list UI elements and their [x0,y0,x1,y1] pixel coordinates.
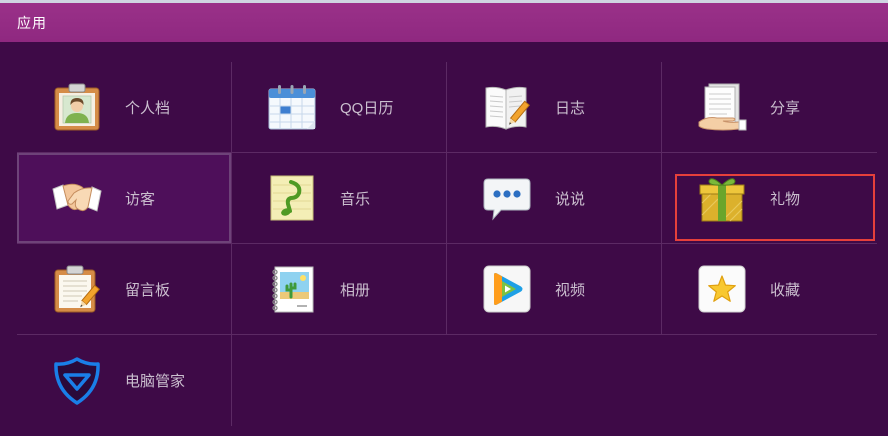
header-title: 应用 [17,14,47,31]
app-tile-journal[interactable]: 日志 [447,62,662,153]
header-bar: 应用 [0,3,888,42]
app-label-share: 分享 [770,99,801,117]
shield-pc-manager-icon[interactable] [52,356,102,406]
app-label-moments: 说说 [555,190,586,208]
app-tile-visitors[interactable]: 访客 [17,153,232,244]
share-document-hand-icon[interactable] [697,82,747,132]
video-play-icon[interactable] [482,264,532,314]
app-grid: 个人档 QQ日历 日志 分享 访客 音乐 说说 礼物 留言板 相册 视频 收藏 … [17,62,877,426]
photo-album-icon[interactable] [267,264,317,314]
app-tile-favorites[interactable]: 收藏 [662,244,877,335]
journal-notebook-icon[interactable] [482,82,532,132]
calendar-icon[interactable] [267,82,317,132]
star-favorite-icon[interactable] [697,264,747,314]
app-label-photo-album: 相册 [340,281,371,299]
app-tile-pc-manager[interactable]: 电脑管家 [17,335,232,426]
app-tile-video[interactable]: 视频 [447,244,662,335]
app-label-favorites: 收藏 [770,281,801,299]
app-label-pc-manager: 电脑管家 [125,373,186,390]
app-label-video: 视频 [555,281,586,299]
app-tile-calendar[interactable]: QQ日历 [232,62,447,153]
app-label-profile: 个人档 [125,99,171,117]
music-note-icon[interactable] [267,173,317,223]
profile-clipboard-icon[interactable] [52,82,102,132]
app-label-journal: 日志 [555,99,586,117]
app-tile-photo-album[interactable]: 相册 [232,244,447,335]
app-tile-message-board[interactable]: 留言板 [17,244,232,335]
app-label-gifts: 礼物 [770,190,801,208]
handshake-icon[interactable] [52,173,102,223]
app-tile-music[interactable]: 音乐 [232,153,447,244]
app-label-music: 音乐 [340,190,371,208]
app-label-visitors: 访客 [125,190,156,208]
app-label-calendar: QQ日历 [340,99,394,117]
app-panel: 应用 个人档 QQ日历 日志 分享 访客 音乐 说说 礼物 留言板 相册 视频 … [0,0,888,436]
gift-box-icon[interactable] [697,173,747,223]
app-tile-moments[interactable]: 说说 [447,153,662,244]
speech-bubble-icon[interactable] [482,173,532,223]
app-label-message-board: 留言板 [125,281,171,299]
message-board-clipboard-icon[interactable] [52,264,102,314]
app-tile-gifts[interactable]: 礼物 [662,153,877,244]
app-tile-share[interactable]: 分享 [662,62,877,153]
app-tile-profile[interactable]: 个人档 [17,62,232,153]
